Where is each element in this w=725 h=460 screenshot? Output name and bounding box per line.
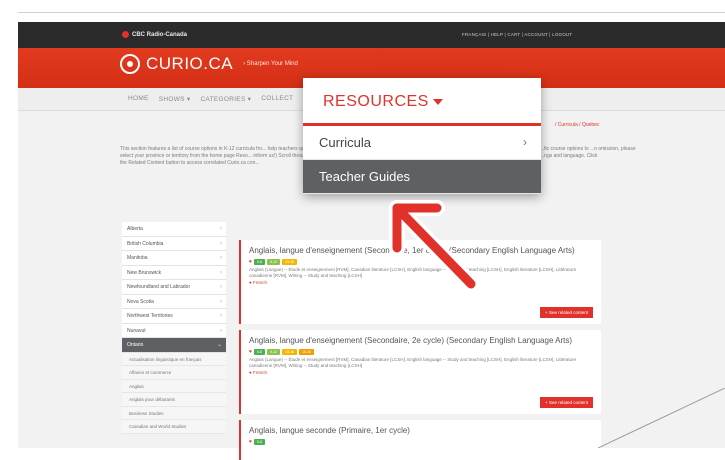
sidebar-subitem[interactable]: Anglais xyxy=(122,379,226,393)
sidebar-item-manitoba[interactable]: Manitoba › xyxy=(122,251,226,266)
chevron-right-icon: › xyxy=(220,226,222,232)
cbc-radio-canada-logo[interactable]: CBC Radio-Canada xyxy=(122,31,187,38)
nav-shows[interactable]: SHOWS ▾ xyxy=(159,95,191,103)
age-badge: 5-8 xyxy=(253,349,266,355)
sidebar-item-label: Alberta xyxy=(127,226,143,232)
heart-icon[interactable]: ♥ xyxy=(249,439,252,445)
heart-icon[interactable]: ♥ xyxy=(249,349,252,355)
cbc-gem-icon xyxy=(122,31,129,38)
chevron-right-icon: › xyxy=(523,135,527,149)
sidebar-item-label: Northwest Territories xyxy=(127,313,173,319)
province-sidebar: Alberta › British Columbia › Manitoba › New… xyxy=(122,222,226,434)
chevron-right-icon: › xyxy=(220,313,222,319)
sidebar-item-nunavut[interactable]: Nunavut › xyxy=(122,323,226,338)
course-card: Anglais, langue d'enseignement (Secondai… xyxy=(239,330,601,414)
sidebar-item-alberta[interactable]: Alberta › xyxy=(122,222,226,237)
nav-collections[interactable]: COLLECT xyxy=(261,95,293,103)
sidebar-item-new-brunswick[interactable]: New Brunswick › xyxy=(122,265,226,280)
decorative-line xyxy=(598,388,725,448)
course-title[interactable]: Anglais, langue seconde (Primaire, 1er c… xyxy=(249,426,593,436)
sidebar-subitem[interactable]: Canadian and World Studies xyxy=(122,420,226,434)
sidebar-subitem[interactable]: Actualisation linguistique en français xyxy=(122,352,226,366)
age-badge: 13-16 xyxy=(282,349,297,355)
nav-home[interactable]: HOME xyxy=(128,95,149,103)
age-badge: 9-12 xyxy=(267,259,281,265)
logo-text: CURIO.CA xyxy=(146,54,234,73)
course-card: Anglais, langue seconde (Primaire, 1er c… xyxy=(239,420,601,460)
resources-menu-button[interactable]: RESOURCES xyxy=(303,78,541,123)
sidebar-subitem[interactable]: Affaires et commerce xyxy=(122,366,226,380)
location-pin-icon: ● xyxy=(249,280,252,285)
chevron-right-icon: › xyxy=(220,327,222,334)
sidebar-item-nova-scotia[interactable]: Nova Scotia › xyxy=(122,294,226,309)
sidebar-item-british-columbia[interactable]: British Columbia › xyxy=(122,236,226,251)
location-pin-icon: ● xyxy=(249,370,252,375)
course-language-label: French xyxy=(252,370,267,375)
age-badges: ♥ 5-8 9-12 13-16 16-18 xyxy=(249,349,593,355)
menu-item-teacher-guides[interactable]: Teacher Guides xyxy=(303,160,541,194)
sidebar-item-label: New Brunswick xyxy=(127,269,162,276)
course-language: ● French xyxy=(249,370,593,375)
menu-item-curricula[interactable]: Curricula › xyxy=(303,126,541,160)
see-related-content-button[interactable]: + See related content xyxy=(540,307,593,318)
sidebar-item-label: Nunavut xyxy=(127,327,146,334)
chevron-right-icon: › xyxy=(220,298,222,305)
course-language-label: French xyxy=(252,280,267,285)
age-badge: 9-12 xyxy=(267,349,281,355)
age-badge: 16-18 xyxy=(299,349,314,355)
menu-item-label: Teacher Guides xyxy=(319,169,411,184)
heart-icon[interactable]: ♥ xyxy=(249,259,252,265)
sidebar-item-northwest-territories[interactable]: Northwest Territories › xyxy=(122,309,226,324)
pointer-arrow-icon xyxy=(389,200,479,292)
age-badge: 5-8 xyxy=(253,259,266,265)
resources-dropdown-menu: RESOURCES Curricula › Teacher Guides xyxy=(303,78,541,194)
resources-label: RESOURCES xyxy=(323,93,429,110)
sidebar-subitem[interactable]: Business Studies xyxy=(122,406,226,420)
tagline: › Sharpen Your Mind xyxy=(243,61,298,67)
chevron-right-icon: › xyxy=(220,255,222,261)
nav-categories[interactable]: CATEGORIES ▾ xyxy=(200,95,251,103)
sidebar-subitem[interactable]: Anglais pour débutants xyxy=(122,393,226,407)
main-nav: HOME SHOWS ▾ CATEGORIES ▾ COLLECT xyxy=(128,95,293,103)
sidebar-item-label: Newfoundland and Labrador xyxy=(127,284,191,290)
curio-logo-icon xyxy=(120,54,140,74)
age-badges: ♥ 5-8 xyxy=(249,439,593,445)
see-related-content-button[interactable]: + See related content xyxy=(540,397,593,408)
sidebar-item-ontario[interactable]: Ontario ⌄ xyxy=(122,338,226,353)
breadcrumb[interactable]: / Curricula / Quebec xyxy=(555,122,599,128)
menu-item-label: Curricula xyxy=(319,135,372,150)
chevron-right-icon: › xyxy=(220,240,222,247)
course-subjects: Anglais (Langue) -- Étude et enseignemen… xyxy=(249,357,577,368)
intro-text-right: ...fic course options to ...n omission, … xyxy=(540,146,636,159)
chevron-right-icon: › xyxy=(220,284,222,290)
sidebar-item-label: Nova Scotia xyxy=(127,298,154,305)
curio-logo[interactable]: CURIO.CA › Sharpen Your Mind xyxy=(120,54,298,74)
top-utility-links[interactable]: FRANÇAIS | HELP | CART | ACCOUNT | LOGOU… xyxy=(462,32,572,37)
age-badge: 5-8 xyxy=(253,439,266,445)
frame-top-line xyxy=(18,12,725,13)
sidebar-item-label: British Columbia xyxy=(127,240,164,247)
chevron-right-icon: › xyxy=(220,269,222,276)
chevron-down-icon: ⌄ xyxy=(216,342,222,348)
age-badge: 13-18 xyxy=(282,259,297,265)
caret-down-icon xyxy=(432,98,443,105)
sidebar-item-label: Manitoba xyxy=(127,255,148,261)
sidebar-item-newfoundland[interactable]: Newfoundland and Labrador › xyxy=(122,280,226,295)
cbc-label: CBC Radio-Canada xyxy=(132,31,188,38)
sidebar-item-label: Ontario xyxy=(127,342,144,348)
course-title[interactable]: Anglais, langue d'enseignement (Secondai… xyxy=(249,336,593,346)
